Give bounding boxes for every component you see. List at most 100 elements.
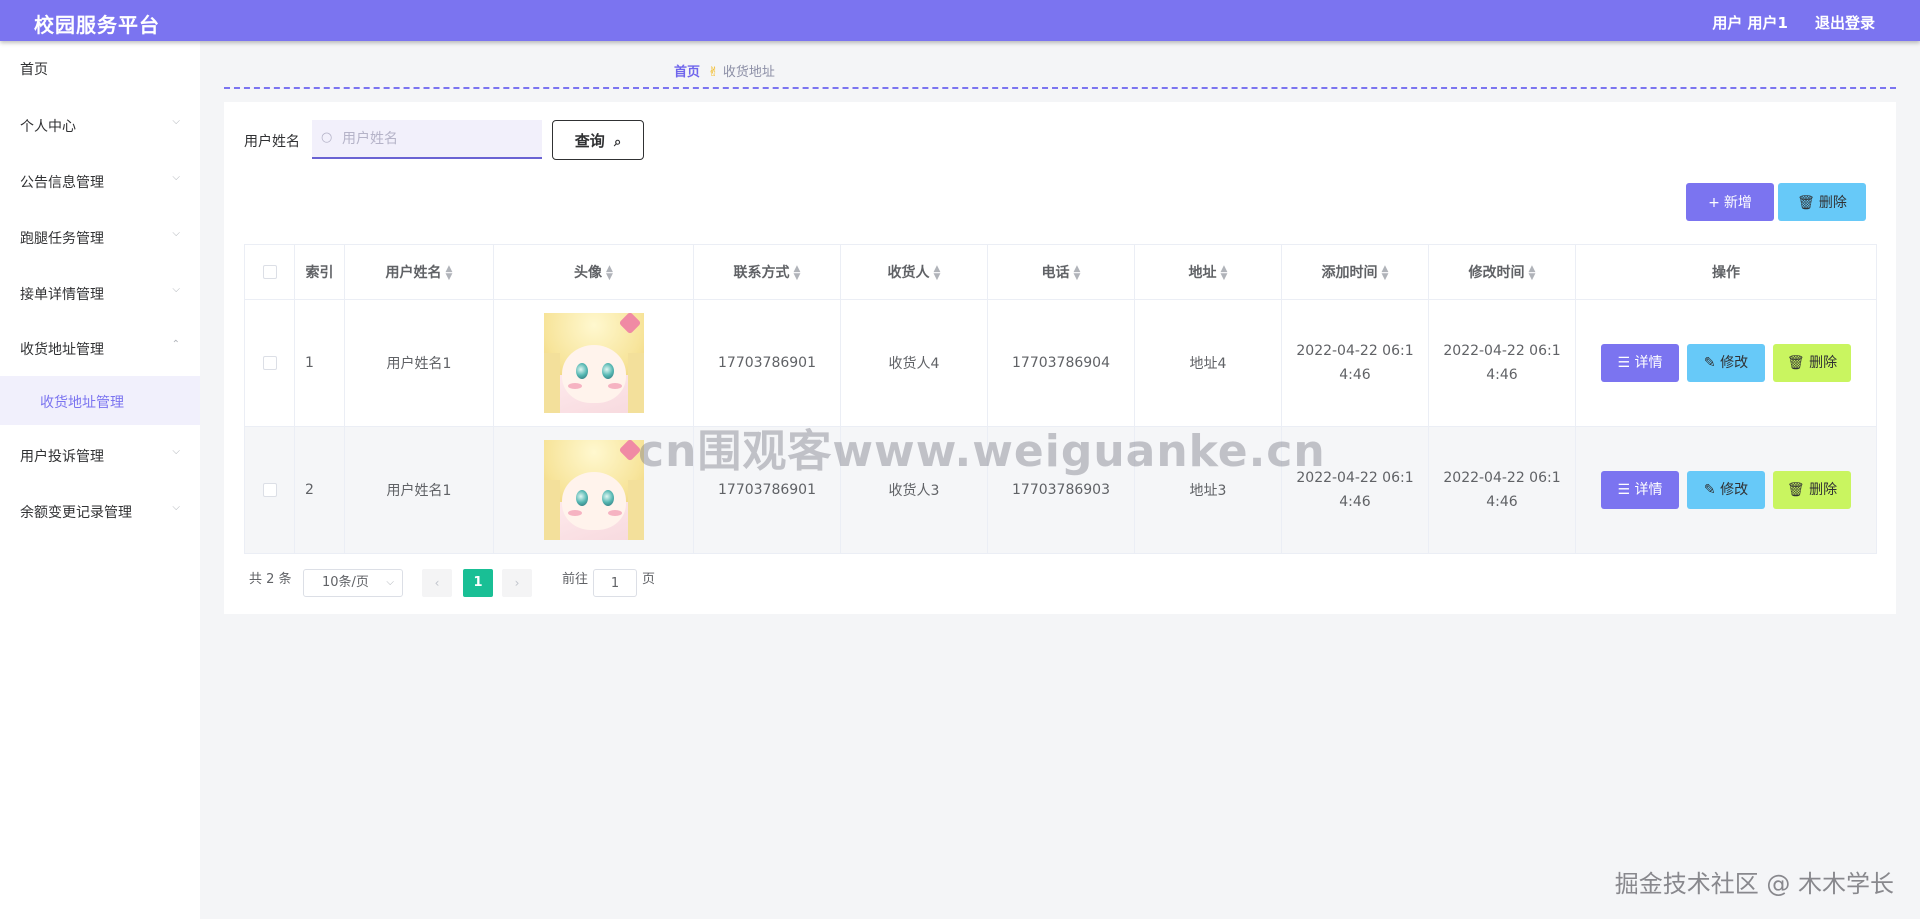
row-select-cell (244, 299, 295, 427)
select-all-cell (244, 244, 295, 300)
sort-icon[interactable]: ▲ ▼ (1382, 265, 1389, 282)
page-size-select[interactable]: 10条/页 ⌵ (303, 569, 403, 597)
address-table: 索引 用户姓名 ▲ ▼ 头像 ▲ ▼ 联系方式 ▲ ▼ 收货人 ▲ ▼ 电话 ▲ ▼ 地址 ▲ ▼ 添加… (244, 244, 1877, 554)
sidebar-item-announcements[interactable]: 公告信息管理 ⌵ (0, 160, 200, 202)
row-avatar-cell (493, 426, 694, 554)
edit-button[interactable]: ✎ 修改 (1687, 344, 1765, 382)
row-actions-cell: ☰ 详情 ✎ 修改 🗑 删除 (1575, 299, 1877, 427)
query-button[interactable]: 查询 ⌕ (552, 120, 644, 160)
sort-icon[interactable]: ▲ ▼ (1221, 265, 1228, 282)
column-header-label: 收货人 (887, 265, 930, 281)
sidebar-subitem-shipping-address[interactable]: 收货地址管理 (0, 376, 200, 425)
logout-link[interactable]: 退出登录 (1815, 12, 1875, 33)
avatar-blush (607, 510, 622, 516)
column-header-phone[interactable]: 电话 ▲ ▼ (987, 244, 1135, 300)
next-page-button[interactable]: › (502, 569, 532, 597)
sort-icon[interactable]: ▲ ▼ (1074, 265, 1081, 282)
chevron-down-icon: ⌵ (172, 116, 180, 127)
row-modified-time: 2022-04-22 06:14:46 (1428, 426, 1576, 554)
select-all-checkbox[interactable] (262, 265, 277, 279)
query-button-label: 查询 (574, 131, 605, 150)
row-index: 1 (294, 299, 345, 427)
column-header-modified[interactable]: 修改时间 ▲ ▼ (1428, 244, 1576, 300)
batch-delete-label: 删除 (1818, 195, 1847, 211)
username-search-input[interactable] (312, 120, 542, 159)
column-header-receiver[interactable]: 收货人 ▲ ▼ (840, 244, 988, 300)
chevron-left-icon: ‹ (434, 576, 440, 590)
page-size-value: 10条/页 (322, 575, 369, 590)
plus-icon: + (1708, 195, 1720, 211)
sort-icon[interactable]: ▲ ▼ (794, 265, 801, 282)
detail-button[interactable]: ☰ 详情 (1601, 344, 1679, 382)
row-username: 用户姓名1 (344, 299, 494, 427)
document-icon: ☰ (1617, 355, 1635, 371)
sidebar-item-home[interactable]: 首页 (0, 47, 200, 89)
row-index: 2 (294, 426, 345, 554)
sidebar-item-shipping-address[interactable]: 收货地址管理 ⌃ (0, 327, 200, 369)
chevron-down-icon: ⌵ (172, 284, 180, 295)
detail-button[interactable]: ☰ 详情 (1601, 471, 1679, 509)
hand-pointer-icon: ✌ (708, 65, 719, 80)
prev-page-button[interactable]: ‹ (422, 569, 452, 597)
chevron-down-icon: ⌵ (172, 502, 180, 513)
sidebar-item-label: 跑腿任务管理 (20, 231, 104, 247)
row-checkbox[interactable] (262, 356, 277, 370)
column-header-label: 电话 (1041, 265, 1070, 281)
goto-page-input[interactable] (593, 569, 637, 597)
sidebar-item-order-details[interactable]: 接单详情管理 ⌵ (0, 272, 200, 314)
sidebar-item-label: 首页 (20, 62, 48, 78)
column-header-username[interactable]: 用户姓名 ▲ ▼ (344, 244, 494, 300)
delete-button[interactable]: 🗑 删除 (1773, 344, 1851, 382)
column-header-label: 联系方式 (733, 265, 790, 281)
column-header-address[interactable]: 地址 ▲ ▼ (1134, 244, 1282, 300)
sidebar-item-label: 接单详情管理 (20, 287, 104, 303)
sidebar-item-balance-records[interactable]: 余额变更记录管理 ⌵ (0, 490, 200, 532)
avatar-blush (567, 510, 582, 516)
sidebar-item-errand-tasks[interactable]: 跑腿任务管理 ⌵ (0, 216, 200, 258)
delete-button[interactable]: 🗑 删除 (1773, 471, 1851, 509)
detail-button-label: 详情 (1634, 355, 1663, 371)
chevron-down-icon: ⌵ (172, 446, 180, 457)
batch-delete-button[interactable]: 🗑 删除 (1778, 183, 1866, 221)
avatar-hair-side (543, 480, 560, 540)
goto-prefix: 前往 (562, 572, 589, 587)
column-header-avatar[interactable]: 头像 ▲ ▼ (493, 244, 694, 300)
sort-icon[interactable]: ▲ ▼ (934, 265, 941, 282)
corner-watermark: 掘金技术社区 @ 木木学长 (1614, 870, 1894, 898)
row-checkbox[interactable] (262, 483, 277, 497)
search-icon: ○ (321, 130, 333, 145)
row-created-time: 2022-04-22 06:14:46 (1281, 426, 1429, 554)
row-username: 用户姓名1 (344, 426, 494, 554)
pencil-icon: ✎ (1703, 355, 1721, 371)
sidebar-item-label: 公告信息管理 (20, 175, 104, 191)
sort-icon[interactable]: ▲ ▼ (1529, 265, 1536, 282)
avatar-eye (601, 490, 614, 506)
column-header-created[interactable]: 添加时间 ▲ ▼ (1281, 244, 1429, 300)
add-button-label: 新增 (1723, 195, 1752, 211)
sidebar-item-label: 收货地址管理 (20, 342, 104, 358)
sort-icon[interactable]: ▲ ▼ (606, 265, 613, 282)
row-created-time: 2022-04-22 06:14:46 (1281, 299, 1429, 427)
sidebar-item-personal-center[interactable]: 个人中心 ⌵ (0, 104, 200, 146)
page-number-button[interactable]: 1 (463, 569, 493, 597)
edit-button-label: 修改 (1720, 355, 1749, 371)
breadcrumb-home[interactable]: 首页 (674, 65, 700, 80)
add-button[interactable]: + 新增 (1686, 183, 1774, 221)
row-phone: 17703786903 (987, 426, 1135, 554)
avatar[interactable] (543, 440, 644, 540)
avatar-hair-side (627, 353, 644, 413)
table-header-row: 索引 用户姓名 ▲ ▼ 头像 ▲ ▼ 联系方式 ▲ ▼ 收货人 ▲ ▼ 电话 ▲ ▼ 地址 ▲ ▼ 添加… (244, 244, 1877, 300)
row-avatar-cell (493, 299, 694, 427)
sort-icon[interactable]: ▲ ▼ (446, 265, 453, 282)
sidebar-item-complaints[interactable]: 用户投诉管理 ⌵ (0, 434, 200, 476)
column-header-label: 修改时间 (1468, 265, 1525, 281)
edit-button[interactable]: ✎ 修改 (1687, 471, 1765, 509)
row-receiver: 收货人4 (840, 299, 988, 427)
column-header-contact[interactable]: 联系方式 ▲ ▼ (693, 244, 841, 300)
avatar-hair-side (627, 480, 644, 540)
column-header-index: 索引 (294, 244, 345, 300)
column-header-label: 用户姓名 (385, 265, 442, 281)
avatar-eye (601, 363, 614, 379)
avatar[interactable] (543, 313, 644, 413)
delete-button-label: 删除 (1809, 355, 1838, 371)
